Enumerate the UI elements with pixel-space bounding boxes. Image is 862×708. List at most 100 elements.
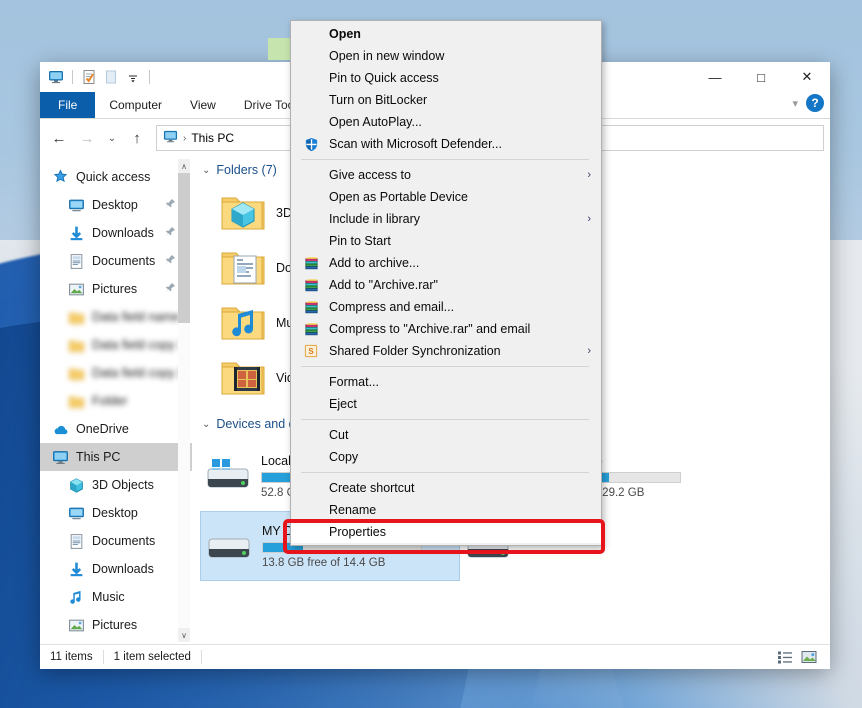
sidebar-item-label: Pictures [92,282,137,296]
menu-item-include-in-library[interactable]: Include in library› [291,208,601,230]
help-icon[interactable]: ? [806,94,824,112]
minimize-button[interactable]: — [692,62,738,92]
folder-3d-objects-icon [220,191,268,235]
menu-item-format[interactable]: Format... [291,371,601,393]
sidebar-item-desktop[interactable]: Desktop [40,499,192,527]
pictures-icon [68,617,85,634]
new-folder-icon[interactable] [101,67,121,87]
star-pin-icon [52,169,69,186]
nav-scroll-thumb[interactable] [178,173,190,323]
navigation-pane: Quick accessDesktopDownloadsDocumentsPic… [40,157,192,644]
context-menu: Open Open in new windowPin to Quick acces… [290,20,602,546]
sidebar-item-desktop[interactable]: Desktop [40,191,192,219]
sidebar-item-downloads[interactable]: Downloads [40,555,192,583]
sidebar-item-documents[interactable]: Documents [40,527,192,555]
maximize-button[interactable]: □ [738,62,784,92]
pin-icon[interactable] [165,226,176,240]
close-button[interactable]: ✕ [784,62,830,92]
menu-item-label: Compress to "Archive.rar" and email [329,322,530,336]
sidebar-item-label: Documents [92,254,155,268]
sidebar-item-folder[interactable]: Folder [40,387,192,415]
up-button[interactable]: ↑ [124,125,150,151]
menu-item-compress-and-email[interactable]: Compress and email... [291,296,601,318]
menu-item-shared-folder-synchronization[interactable]: SShared Folder Synchronization› [291,340,601,362]
menu-item-give-access-to[interactable]: Give access to› [291,164,601,186]
menu-item-rename[interactable]: Rename [291,499,601,521]
menu-separator [301,159,589,160]
menu-item-create-shortcut[interactable]: Create shortcut [291,477,601,499]
menu-item-open[interactable]: Open [291,23,601,45]
chevron-down-icon[interactable]: ⌄ [202,165,210,176]
chevron-down-icon[interactable]: ▾ [792,97,798,110]
menu-item-pin-to-start[interactable]: Pin to Start [291,230,601,252]
sidebar-item-downloads[interactable]: Downloads [40,219,192,247]
recent-locations-button[interactable]: ⌄ [102,125,122,151]
menu-separator [301,366,589,367]
menu-item-open-as-portable-device[interactable]: Open as Portable Device [291,186,601,208]
forward-button[interactable]: → [74,125,100,151]
menu-item-copy[interactable]: Copy [291,446,601,468]
folder-icon [68,337,85,354]
nav-scroll-up-icon[interactable]: ∧ [178,159,190,173]
navigation-scrollbar[interactable]: ∧ ∨ [178,159,190,642]
sidebar-item-data-field-name[interactable]: Data field name [40,303,192,331]
this-pc-icon[interactable] [46,67,66,87]
menu-item-open-in-new-window[interactable]: Open in new window [291,45,601,67]
menu-item-cut[interactable]: Cut [291,424,601,446]
navigation-list: Quick accessDesktopDownloadsDocumentsPic… [40,157,192,644]
menu-item-compress-to-archive-rar-and-email[interactable]: Compress to "Archive.rar" and email [291,318,601,340]
sidebar-item-data-field-copy-1[interactable]: Data field copy 1 [40,331,192,359]
tab-computer[interactable]: Computer [95,92,176,118]
chevron-right-icon: › [587,213,591,225]
window-controls: — □ ✕ [692,62,830,92]
menu-item-properties[interactable]: Properties [291,521,601,543]
folder-documents-icon [220,246,268,290]
chevron-down-icon[interactable]: ⌄ [202,419,210,430]
details-view-button[interactable] [776,649,794,665]
pin-icon[interactable] [165,282,176,296]
tab-file[interactable]: File [40,92,95,118]
sidebar-item-label: 3D Objects [92,478,154,492]
sidebar-item-pictures[interactable]: Pictures [40,611,192,639]
sidebar-item-quick-access[interactable]: Quick access [40,163,192,191]
sidebar-item-label: Pictures [92,618,137,632]
tab-view[interactable]: View [176,92,230,118]
drive-free-text: 13.8 GB free of 14.4 GB [262,557,422,569]
sidebar-item-label: Downloads [92,226,154,240]
sidebar-item-label: Documents [92,534,155,548]
menu-item-add-to-archive-rar[interactable]: Add to "Archive.rar" [291,274,601,296]
customize-dropdown-icon[interactable] [123,67,143,87]
menu-item-open-autoplay[interactable]: Open AutoPlay... [291,111,601,133]
sidebar-item-videos[interactable]: Videos [40,639,192,644]
sidebar-item-data-field-copy-2[interactable]: Data field copy 2 [40,359,192,387]
nav-scroll-down-icon[interactable]: ∨ [178,628,190,642]
sync-icon: S [303,343,319,359]
sidebar-item-documents[interactable]: Documents [40,247,192,275]
large-icons-view-button[interactable] [800,649,818,665]
menu-item-turn-on-bitlocker[interactable]: Turn on BitLocker [291,89,601,111]
pin-icon[interactable] [165,254,176,268]
svg-text:S: S [308,347,313,356]
sidebar-item-pictures[interactable]: Pictures [40,275,192,303]
menu-item-add-to-archive[interactable]: Add to archive... [291,252,601,274]
status-bar: 11 items 1 item selected [40,644,830,669]
sidebar-item-music[interactable]: Music [40,583,192,611]
search-input[interactable] [596,125,824,151]
menu-separator [301,419,589,420]
menu-item-pin-to-quick-access[interactable]: Pin to Quick access [291,67,601,89]
pin-icon[interactable] [165,198,176,212]
music-icon [68,589,85,606]
back-button[interactable]: ← [46,125,72,151]
sidebar-item-label: OneDrive [76,422,129,436]
sidebar-item-3d-objects[interactable]: 3D Objects [40,471,192,499]
menu-item-scan-with-microsoft-defender[interactable]: Scan with Microsoft Defender... [291,133,601,155]
documents-icon [68,533,85,550]
properties-icon[interactable] [79,67,99,87]
sidebar-item-this-pc[interactable]: This PC [40,443,192,471]
menu-item-label: Add to "Archive.rar" [329,278,438,292]
menu-item-eject[interactable]: Eject [291,393,601,415]
downloads-icon [68,561,85,578]
breadcrumb-this-pc[interactable]: This PC [191,131,234,145]
menu-item-label: Open [329,27,361,41]
sidebar-item-onedrive[interactable]: OneDrive [40,415,192,443]
